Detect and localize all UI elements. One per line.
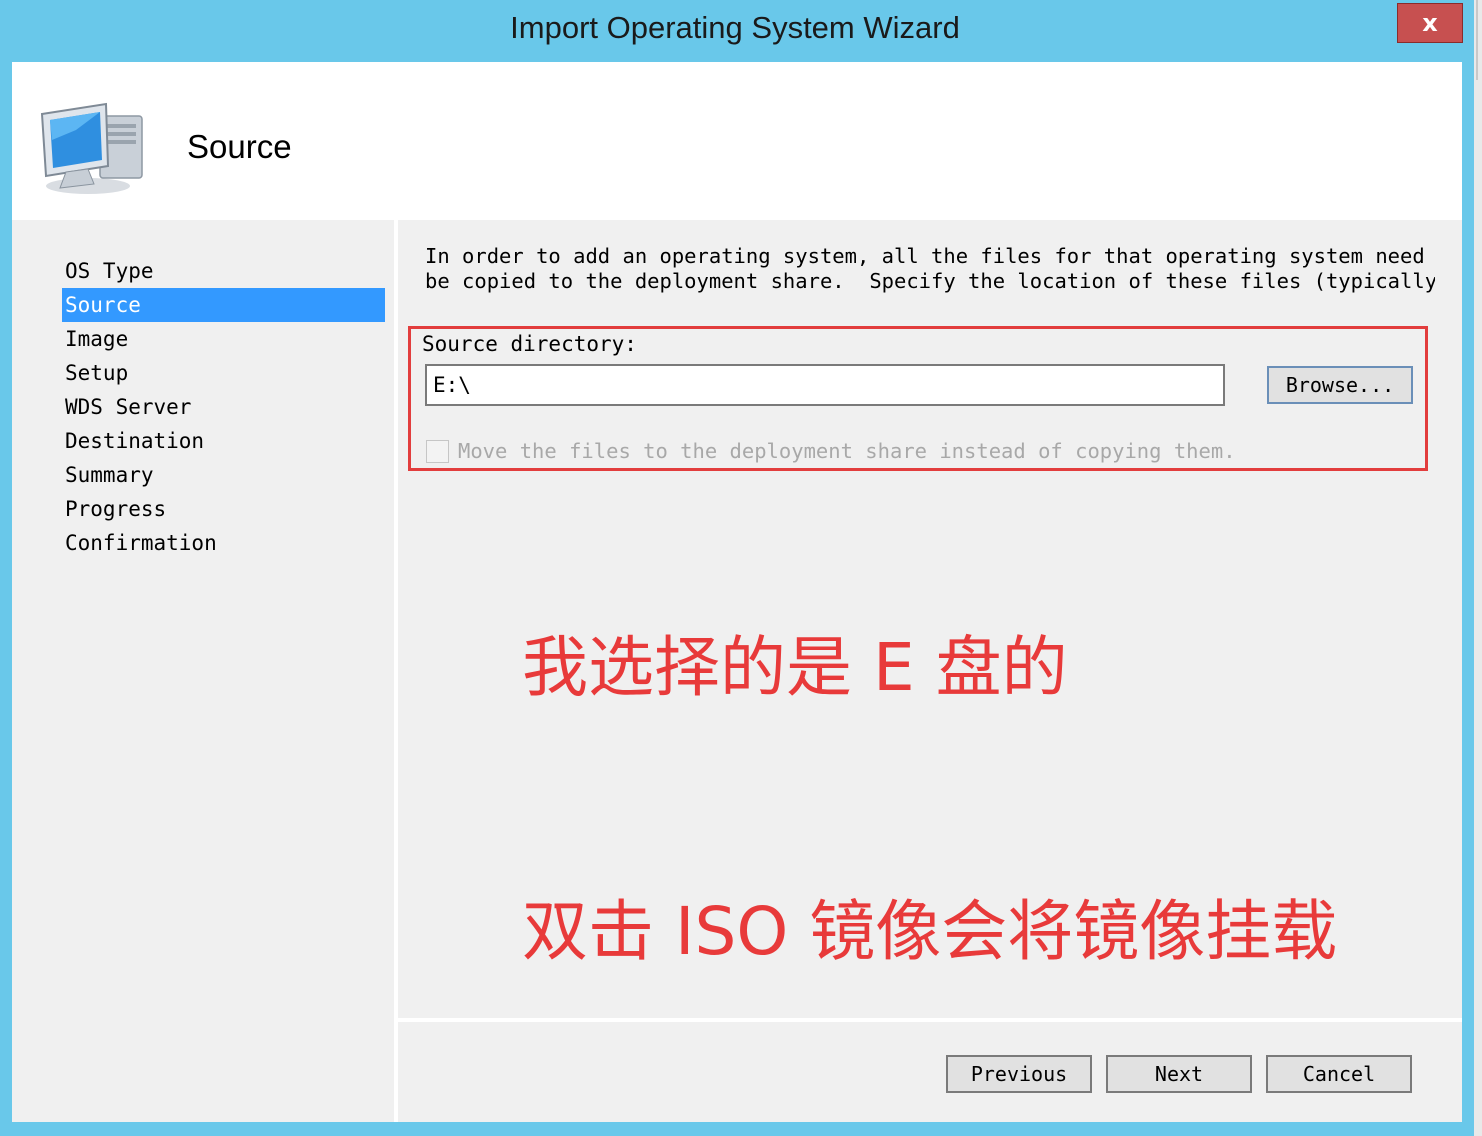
move-files-checkbox-label: Move the files to the deployment share i… [458,439,1236,463]
nav-item-confirmation[interactable]: Confirmation [62,526,385,560]
cancel-button[interactable]: Cancel [1266,1055,1412,1093]
instructions-text: In order to add an operating system, all… [425,244,1435,294]
previous-button[interactable]: Previous [946,1055,1092,1093]
page-title: Source [187,128,292,165]
annotation-text-1: 我选择的是 E 盘的 [522,629,1068,706]
nav-item-summary[interactable]: Summary [62,458,385,492]
window-title: Import Operating System Wizard [510,10,960,45]
next-button[interactable]: Next [1106,1055,1252,1093]
move-files-checkbox[interactable] [426,440,449,463]
browse-button[interactable]: Browse... [1267,366,1413,404]
source-directory-label: Source directory: [422,332,637,356]
wizard-steps-nav: OS Type Source Image Setup WDS Server De… [12,220,394,1122]
nav-item-progress[interactable]: Progress [62,492,385,526]
close-icon: x [1422,9,1438,37]
annotation-text-2: 双击 ISO 镜像会将镜像挂载 [522,893,1338,970]
wizard-content: In order to add an operating system, all… [398,220,1462,1020]
wizard-header: Source [12,62,1462,220]
instructions-line-1: In order to add an operating system, all… [425,244,1435,268]
nav-item-source[interactable]: Source [62,288,385,322]
nav-item-image[interactable]: Image [62,322,385,356]
wizard-window: Import Operating System Wizard x Source … [0,0,1474,1136]
nav-item-os-type[interactable]: OS Type [62,254,385,288]
nav-item-wds-server[interactable]: WDS Server [62,390,385,424]
title-bar[interactable]: Import Operating System Wizard x [0,0,1474,62]
instructions-line-2: be copied to the deployment share. Speci… [425,269,1435,293]
computer-icon [36,100,156,200]
nav-item-destination[interactable]: Destination [62,424,385,458]
wizard-body: Source OS Type Source Image Setup WDS Se… [12,62,1462,1122]
footer-divider [398,1018,1462,1022]
window-edge [1474,0,1482,1136]
close-button[interactable]: x [1397,3,1463,43]
nav-item-setup[interactable]: Setup [62,356,385,390]
source-directory-input[interactable] [425,364,1225,406]
